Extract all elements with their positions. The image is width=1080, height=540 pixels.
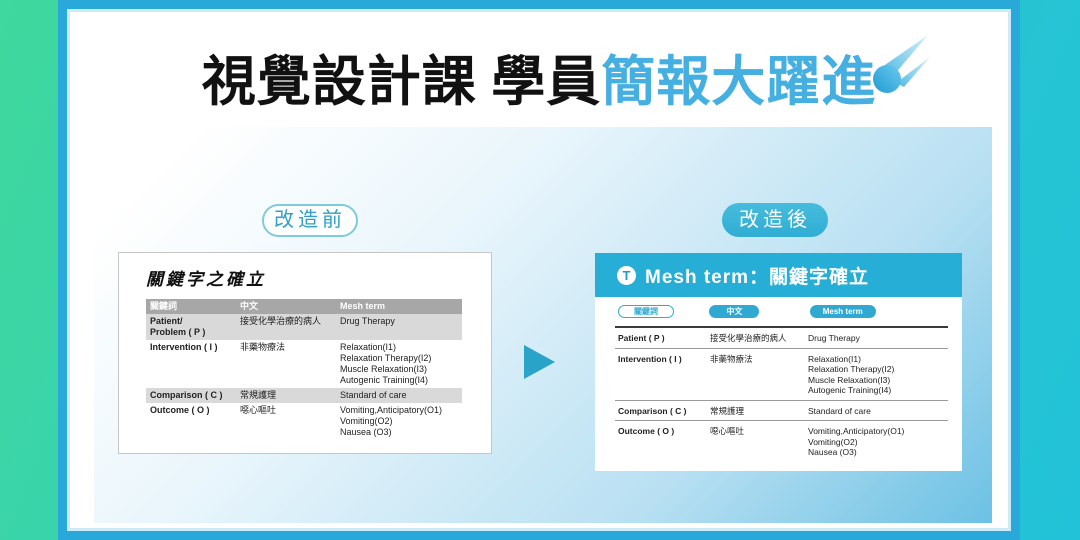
- before-header-zh: 中文: [236, 299, 336, 314]
- table-row: Outcome ( O )噁心嘔吐Vomiting,Anticipatory(O…: [146, 403, 462, 440]
- before-table-header: 關鍵詞 中文 Mesh term: [146, 299, 462, 314]
- transform-arrow-icon: [524, 345, 555, 379]
- table-cell: 接受化學治療的病人: [236, 314, 336, 340]
- table-cell: Outcome ( O ): [146, 403, 236, 440]
- after-table: 關鍵詞 中文 Mesh term Patient ( P )接受化學治療的病人D…: [595, 297, 962, 471]
- page-title-black: 視覺設計課 學員: [202, 52, 602, 112]
- pill-term: 關鍵詞: [618, 305, 674, 318]
- table-cell: Drug Therapy: [808, 333, 948, 344]
- table-cell: 噁心嘔吐: [236, 403, 336, 440]
- after-table-body: Patient ( P )接受化學治療的病人Drug TherapyInterv…: [615, 328, 948, 462]
- slide-background: 視覺設計課 學員簡報大躍進 改造前 改造後 關鍵字之確立 關鍵詞: [0, 0, 1080, 540]
- table-cell: 常規護理: [236, 388, 336, 403]
- before-slide-thumbnail: 關鍵字之確立 關鍵詞 中文 Mesh term Patient/Problem …: [118, 252, 492, 454]
- table-row: Patient/Problem ( P )接受化學治療的病人Drug Thera…: [146, 314, 462, 340]
- before-header-term: 關鍵詞: [146, 299, 236, 314]
- table-cell: Drug Therapy: [336, 314, 462, 340]
- mesh-term-badge-icon: T: [617, 266, 636, 285]
- table-cell: 非藥物療法: [710, 354, 808, 396]
- before-slide-title: 關鍵字之確立: [146, 265, 266, 290]
- table-cell: Relaxation(I1)Relaxation Therapy(I2)Musc…: [808, 354, 948, 396]
- table-row: Comparison ( C )常規護理Standard of care: [615, 401, 948, 422]
- table-cell: Vomiting,Anticipatory(O1)Vomiting(O2)Nau…: [808, 426, 948, 458]
- before-label: 改造前: [262, 204, 358, 237]
- after-slide-header-title: Mesh term：關鍵字確立: [645, 262, 869, 289]
- table-cell: 噁心嘔吐: [710, 426, 808, 458]
- comet-icon: [862, 31, 934, 103]
- table-cell: Patient ( P ): [615, 333, 710, 344]
- after-slide-header: T Mesh term：關鍵字確立: [595, 253, 962, 297]
- before-header-mesh: Mesh term: [336, 299, 462, 314]
- table-cell: Intervention ( I ): [146, 340, 236, 388]
- table-row: Outcome ( O )噁心嘔吐Vomiting,Anticipatory(O…: [615, 421, 948, 462]
- table-cell: Standard of care: [808, 406, 948, 417]
- table-row: Comparison ( C )常規護理Standard of care: [146, 388, 462, 403]
- table-cell: Comparison ( C ): [146, 388, 236, 403]
- before-table-body: Patient/Problem ( P )接受化學治療的病人Drug Thera…: [146, 314, 462, 440]
- content-card: 視覺設計課 學員簡報大躍進 改造前 改造後 關鍵字之確立 關鍵詞: [58, 0, 1020, 540]
- table-cell: Vomiting,Anticipatory(O1)Vomiting(O2)Nau…: [336, 403, 462, 440]
- table-cell: Patient/Problem ( P ): [146, 314, 236, 340]
- table-cell: Outcome ( O ): [615, 426, 710, 458]
- after-label: 改造後: [722, 203, 828, 237]
- table-cell: Intervention ( I ): [615, 354, 710, 396]
- table-cell: 非藥物療法: [236, 340, 336, 388]
- pill-zh: 中文: [709, 305, 759, 318]
- table-cell: Standard of care: [336, 388, 462, 403]
- before-table: 關鍵詞 中文 Mesh term Patient/Problem ( P )接受…: [146, 299, 462, 440]
- table-row: Intervention ( I )非藥物療法Relaxation(I1)Rel…: [615, 349, 948, 401]
- table-cell: Comparison ( C ): [615, 406, 710, 417]
- table-row: Intervention ( I )非藥物療法Relaxation(I1)Rel…: [146, 340, 462, 388]
- table-row: Patient ( P )接受化學治療的病人Drug Therapy: [615, 328, 948, 349]
- after-table-pills: 關鍵詞 中文 Mesh term: [615, 305, 948, 323]
- pill-mesh: Mesh term: [810, 305, 876, 318]
- table-cell: 常規護理: [710, 406, 808, 417]
- page-title-blue: 簡報大躍進: [601, 52, 876, 112]
- table-cell: Relaxation(I1)Relaxation Therapy(I2)Musc…: [336, 340, 462, 388]
- table-cell: 接受化學治療的病人: [710, 333, 808, 344]
